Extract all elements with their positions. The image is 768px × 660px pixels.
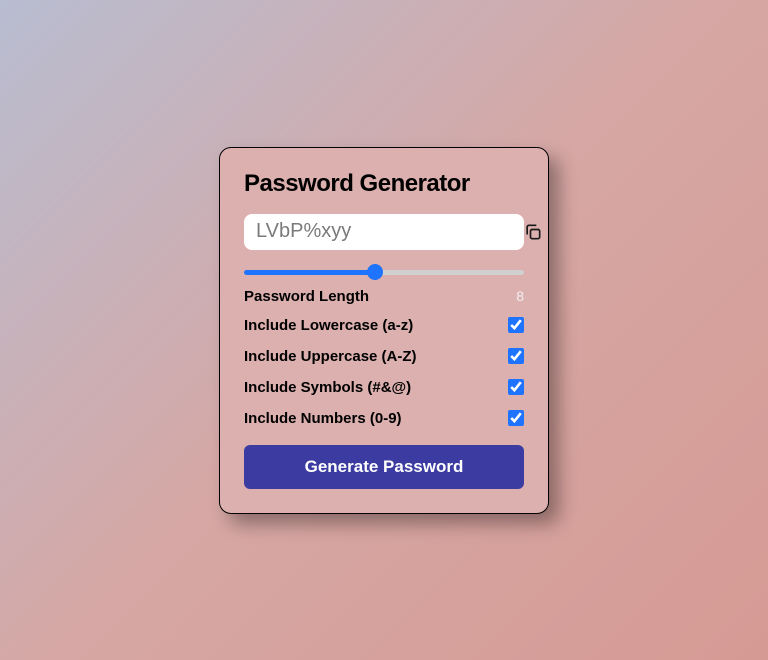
option-lowercase-checkbox[interactable] — [508, 317, 524, 333]
option-symbols-label: Include Symbols (#&@) — [244, 379, 411, 396]
option-symbols: Include Symbols (#&@) — [244, 379, 524, 396]
length-row: Password Length 8 — [244, 288, 524, 305]
password-output[interactable] — [256, 220, 521, 244]
option-uppercase-label: Include Uppercase (A-Z) — [244, 348, 417, 365]
copy-icon — [523, 222, 543, 242]
generate-button[interactable]: Generate Password — [244, 445, 524, 489]
length-label: Password Length — [244, 288, 369, 305]
option-numbers-label: Include Numbers (0-9) — [244, 410, 402, 427]
copy-button[interactable] — [521, 220, 545, 244]
option-lowercase-label: Include Lowercase (a-z) — [244, 317, 413, 334]
option-lowercase: Include Lowercase (a-z) — [244, 317, 524, 334]
password-generator-card: Password Generator Password Length 8 Inc… — [219, 147, 549, 514]
password-output-row — [244, 214, 524, 250]
length-value: 8 — [516, 288, 524, 304]
option-symbols-checkbox[interactable] — [508, 379, 524, 395]
option-numbers: Include Numbers (0-9) — [244, 410, 524, 427]
length-slider[interactable] — [244, 270, 524, 275]
option-numbers-checkbox[interactable] — [508, 410, 524, 426]
option-uppercase: Include Uppercase (A-Z) — [244, 348, 524, 365]
length-slider-row — [244, 262, 524, 280]
page-title: Password Generator — [244, 170, 524, 198]
option-uppercase-checkbox[interactable] — [508, 348, 524, 364]
